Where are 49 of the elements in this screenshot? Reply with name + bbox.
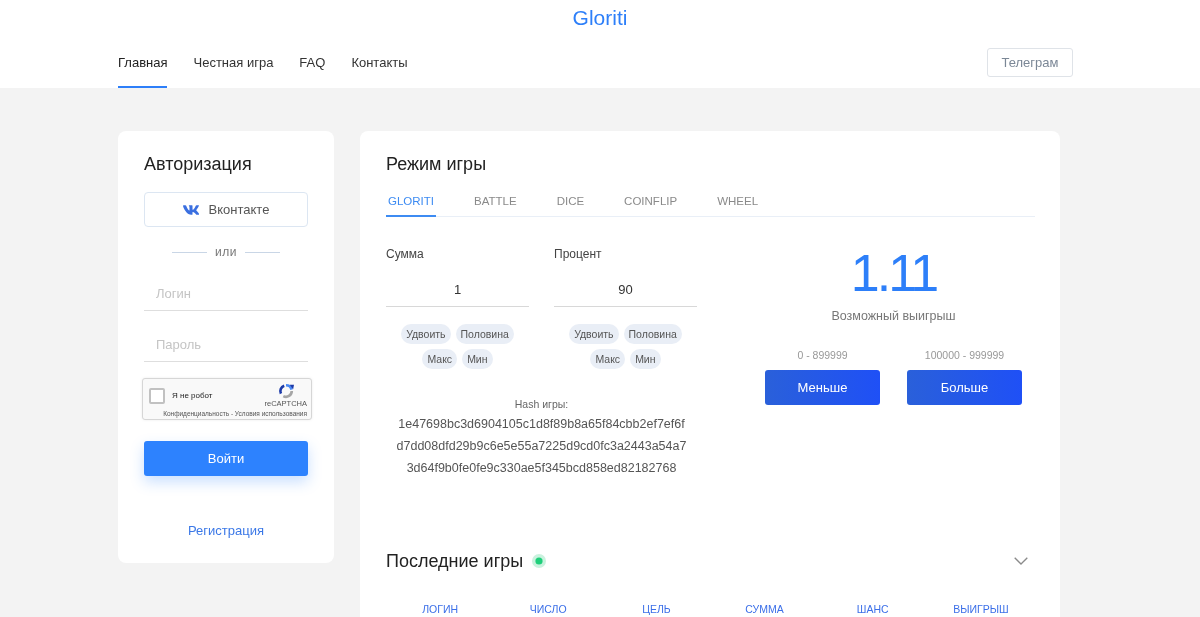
site-logo[interactable]: Gloriti xyxy=(572,5,628,31)
social-login-button[interactable]: Вконтакте xyxy=(144,192,308,227)
hash-text: 1e47698bc3d6904105c1d8f89b8a65f84cbb2ef7ef6f d7dd08dfd29b9c6e5e55a7225d9cd0fc3a2443a54a7 3d64f9b0fe0fe9c330ae5f345bcd858ed82182768 xyxy=(396,416,687,477)
logo-icon xyxy=(182,204,199,215)
preset-button[interactable]: Мин xyxy=(630,349,661,369)
preset-button[interactable]: Мин xyxy=(462,349,493,369)
column-header: ВЫИГРЫШ xyxy=(953,603,1009,616)
divider-text: или xyxy=(215,245,237,259)
field-label: Процент xyxy=(554,247,603,262)
column-header: ШАНС xyxy=(856,603,889,616)
number-field[interactable]: 90 xyxy=(554,272,697,307)
column-header: ЧИСЛО xyxy=(529,603,567,616)
mode-tab[interactable]: COINFLIP xyxy=(622,189,680,217)
card-title: Авторизация xyxy=(144,153,253,175)
mode-tab[interactable]: DICE xyxy=(554,189,587,217)
nav-link[interactable]: Контакты xyxy=(351,36,408,88)
range-label: 100000 - 999999 xyxy=(924,348,1005,362)
card-title: Режим игры xyxy=(386,153,488,175)
number-field[interactable]: 1 xyxy=(386,272,529,307)
column-header: ЦЕЛЬ xyxy=(642,603,671,616)
password-field[interactable]: Пароль xyxy=(144,328,308,362)
preset-button[interactable]: Половина xyxy=(623,324,682,344)
captcha-checkbox[interactable] xyxy=(149,387,165,404)
login-button[interactable]: Войти xyxy=(144,441,308,476)
nav-link[interactable]: Главная xyxy=(118,36,168,88)
range-label: 0 - 899999 xyxy=(797,348,848,362)
chevron-down-icon[interactable] xyxy=(1014,557,1028,565)
captcha-label: Я не робот xyxy=(172,391,213,400)
multiplier-value: 1.11 xyxy=(850,247,937,299)
preset-button[interactable]: Макс xyxy=(422,349,458,369)
nav-link[interactable]: FAQ xyxy=(299,36,326,88)
login-field[interactable]: Логин xyxy=(144,277,308,311)
hash-label: Hash игры: xyxy=(514,397,569,411)
preset-button[interactable]: Половина xyxy=(455,324,514,344)
column-header: ЛОГИН xyxy=(422,603,458,616)
preset-button[interactable]: Удвоить xyxy=(569,324,619,344)
mode-tab[interactable]: GLORITI xyxy=(386,189,436,217)
register-link[interactable]: Регистрация xyxy=(188,522,264,540)
nav-link[interactable]: Честная игра xyxy=(193,36,274,88)
bet-button[interactable]: Меньше xyxy=(765,370,880,405)
bet-button[interactable]: Больше xyxy=(907,370,1022,405)
preset-button[interactable]: Макс xyxy=(590,349,626,369)
field-label: Сумма xyxy=(386,247,425,262)
column-header: СУММА xyxy=(745,603,784,616)
telegram-button[interactable]: Телеграм xyxy=(987,47,1073,77)
payout-caption: Возможный выигрыш xyxy=(831,308,956,324)
preset-button[interactable]: Удвоить xyxy=(401,324,451,344)
section-title: Последние игры xyxy=(386,550,524,572)
circular-arrows-icon xyxy=(277,383,294,399)
